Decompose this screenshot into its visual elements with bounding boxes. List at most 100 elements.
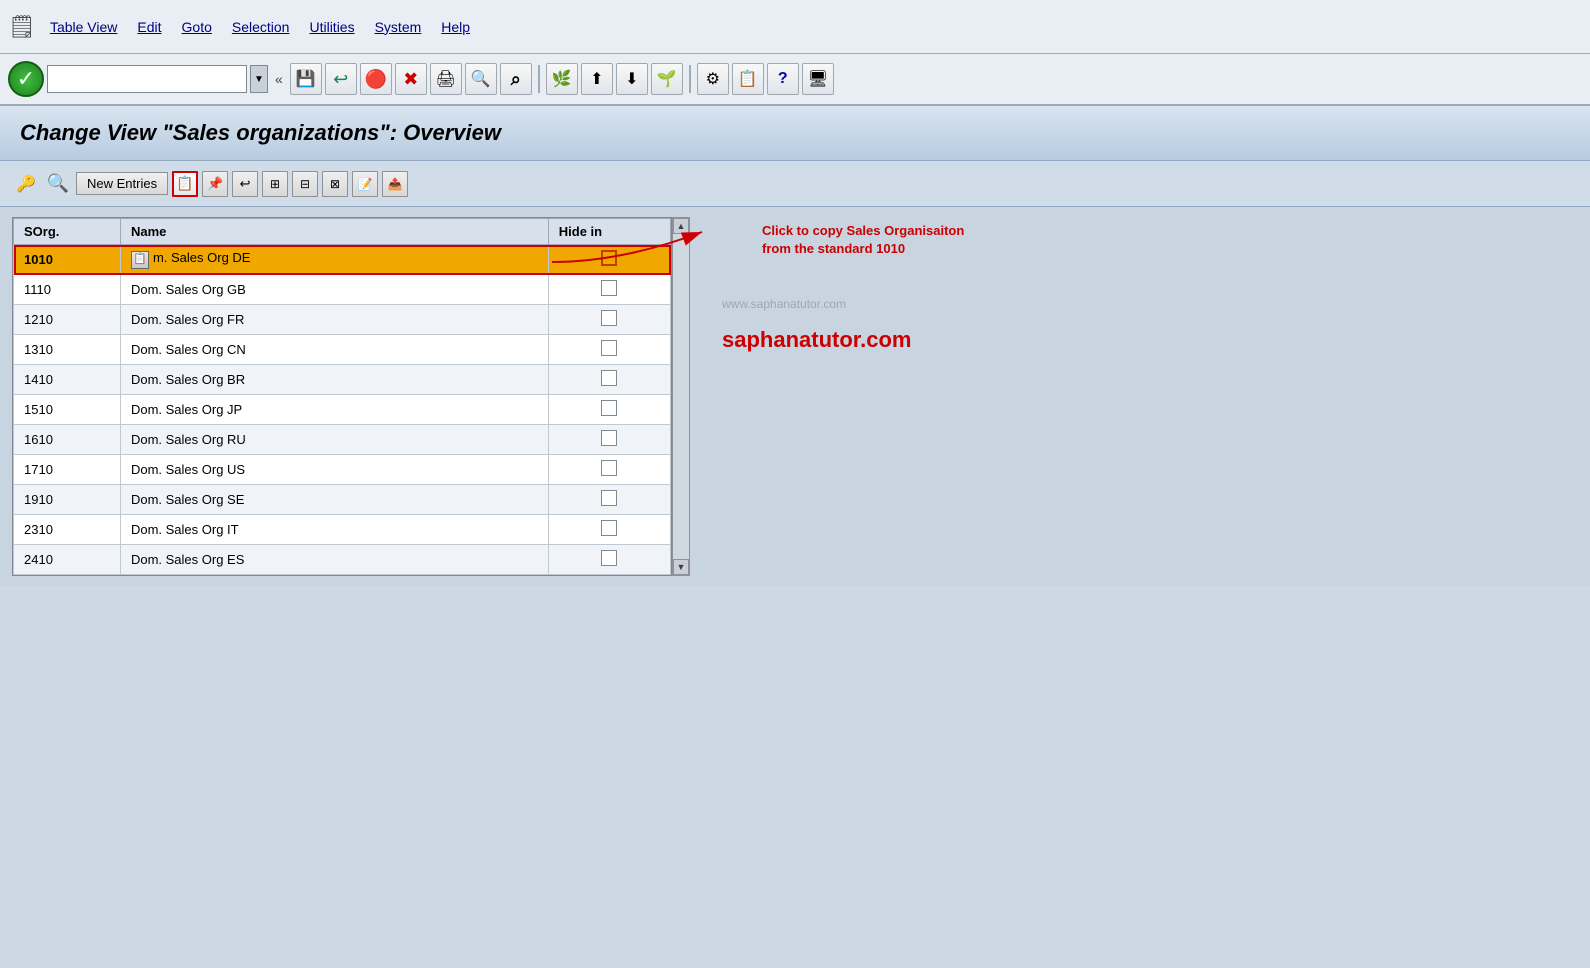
cell-hide-in[interactable]	[548, 335, 670, 365]
hide-in-checkbox[interactable]	[601, 550, 617, 566]
back-button[interactable]: ↩	[325, 63, 357, 95]
cell-hide-in[interactable]	[548, 305, 670, 335]
hide-in-checkbox[interactable]	[601, 460, 617, 476]
nav-left-button[interactable]: 🌿	[546, 63, 578, 95]
nav-down-button[interactable]: ⬇	[616, 63, 648, 95]
table-row[interactable]: 1310Dom. Sales Org CN	[14, 335, 671, 365]
menu-system[interactable]: System	[365, 15, 432, 39]
table-row[interactable]: 1610Dom. Sales Org RU	[14, 425, 671, 455]
deselect-button[interactable]: ⊟	[292, 171, 318, 197]
select-all-button[interactable]: ⊞	[262, 171, 288, 197]
cell-sorg: 1710	[14, 455, 121, 485]
row-copy-icon[interactable]: 📋	[131, 251, 149, 269]
print-button[interactable]: 🖨	[430, 63, 462, 95]
menu-bar: 🗒 Table View Edit Goto Selection Utiliti…	[0, 0, 1590, 54]
save-button[interactable]: 💾	[290, 63, 322, 95]
help-button[interactable]: ?	[767, 63, 799, 95]
layout-icon: 📋	[738, 69, 758, 89]
menu-goto[interactable]: Goto	[172, 15, 222, 39]
table-row[interactable]: 2310Dom. Sales Org IT	[14, 515, 671, 545]
annotation-area: Click to copy Sales Organisaiton from th…	[702, 217, 1578, 576]
scroll-down-button[interactable]: ▼	[673, 559, 689, 575]
cell-sorg: 1910	[14, 485, 121, 515]
menu-utilities[interactable]: Utilities	[299, 15, 364, 39]
nav-up-button[interactable]: ⬆	[581, 63, 613, 95]
toolbar: ✓ ▼ « 💾 ↩ 🔴 ✖ 🖨 🔍 ⌕ 🌿 ⬆ ⬇ 🌱 ⚙ 📋 ? 🖥	[0, 54, 1590, 106]
cell-name: Dom. Sales Org IT	[120, 515, 548, 545]
annotation-arrow	[542, 202, 742, 282]
cell-sorg: 1210	[14, 305, 121, 335]
cell-hide-in[interactable]	[548, 485, 670, 515]
help-icon: ?	[778, 70, 788, 88]
cell-name: Dom. Sales Org CN	[120, 335, 548, 365]
page-header: Change View "Sales organizations": Overv…	[0, 106, 1590, 161]
menu-selection[interactable]: Selection	[222, 15, 300, 39]
nav-right-button[interactable]: 🌱	[651, 63, 683, 95]
cancel-x-icon: ✖	[403, 69, 418, 90]
brand-text: saphanatutor.com	[722, 327, 911, 353]
hide-in-checkbox[interactable]	[601, 370, 617, 386]
table-row[interactable]: 1510Dom. Sales Org JP	[14, 395, 671, 425]
hide-in-checkbox[interactable]	[601, 520, 617, 536]
copy-button[interactable]: 📋	[172, 171, 198, 197]
cell-hide-in[interactable]	[548, 395, 670, 425]
subobject-button[interactable]: ⊠	[322, 171, 348, 197]
back-icon: ↩	[333, 69, 348, 90]
table-row[interactable]: 1910Dom. Sales Org SE	[14, 485, 671, 515]
cell-sorg: 1010	[14, 245, 121, 275]
cell-sorg: 1610	[14, 425, 121, 455]
check-button[interactable]: ✓	[8, 61, 44, 97]
cell-name: 📋m. Sales Org DE	[120, 245, 548, 275]
undo-button[interactable]: ↩	[232, 171, 258, 197]
cell-name: Dom. Sales Org SE	[120, 485, 548, 515]
hide-in-checkbox[interactable]	[601, 280, 617, 296]
cancel-x-button[interactable]: ✖	[395, 63, 427, 95]
cell-name: Dom. Sales Org US	[120, 455, 548, 485]
find-button[interactable]: 🔍	[465, 63, 497, 95]
table-row[interactable]: 1210Dom. Sales Org FR	[14, 305, 671, 335]
menu-help[interactable]: Help	[431, 15, 480, 39]
watermark-text: www.saphanatutor.com	[722, 297, 846, 311]
monitor-button[interactable]: 🖥	[802, 63, 834, 95]
hide-in-checkbox[interactable]	[601, 340, 617, 356]
table-row[interactable]: 2410Dom. Sales Org ES	[14, 545, 671, 575]
cell-sorg: 1310	[14, 335, 121, 365]
find2-button[interactable]: ⌕	[500, 63, 532, 95]
cell-hide-in[interactable]	[548, 545, 670, 575]
content-toolbar: 🔑 🔍 New Entries 📋 📌 ↩ ⊞ ⊟ ⊠ 📝 📤	[0, 161, 1590, 207]
menu-table-view[interactable]: Table View	[40, 15, 127, 39]
toolbar-separator-2	[689, 65, 691, 93]
copy-icon: 📋	[176, 175, 193, 192]
hide-in-checkbox[interactable]	[601, 400, 617, 416]
table-row[interactable]: 1410Dom. Sales Org BR	[14, 365, 671, 395]
subobject-icon: ⊠	[330, 177, 340, 191]
details-icon[interactable]: 🔍	[44, 170, 72, 198]
table-area: SOrg. Name Hide in 1010📋m. Sales Org DE1…	[0, 207, 1590, 586]
command-dropdown[interactable]	[47, 65, 247, 93]
hide-in-checkbox[interactable]	[601, 490, 617, 506]
cell-hide-in[interactable]	[548, 365, 670, 395]
cancel-icon: 🔴	[365, 69, 387, 90]
text-button[interactable]: 📝	[352, 171, 378, 197]
cell-hide-in[interactable]	[548, 515, 670, 545]
page-icon: 🗒	[8, 14, 36, 40]
nav-down-icon: ⬇	[625, 69, 638, 89]
double-arrow[interactable]: «	[271, 71, 287, 87]
paste-button[interactable]: 📌	[202, 171, 228, 197]
layout-button[interactable]: 📋	[732, 63, 764, 95]
dropdown-arrow[interactable]: ▼	[250, 65, 268, 93]
menu-edit[interactable]: Edit	[127, 15, 171, 39]
deselect-icon: ⊟	[300, 177, 310, 191]
settings-button[interactable]: ⚙	[697, 63, 729, 95]
table-row[interactable]: 1710Dom. Sales Org US	[14, 455, 671, 485]
export-button[interactable]: 📤	[382, 171, 408, 197]
cancel-button[interactable]: 🔴	[360, 63, 392, 95]
cell-sorg: 2310	[14, 515, 121, 545]
cell-hide-in[interactable]	[548, 425, 670, 455]
save-icon: 💾	[296, 69, 316, 89]
cell-hide-in[interactable]	[548, 455, 670, 485]
hide-in-checkbox[interactable]	[601, 310, 617, 326]
new-entries-button[interactable]: New Entries	[76, 172, 168, 195]
cell-sorg: 1110	[14, 275, 121, 305]
hide-in-checkbox[interactable]	[601, 430, 617, 446]
